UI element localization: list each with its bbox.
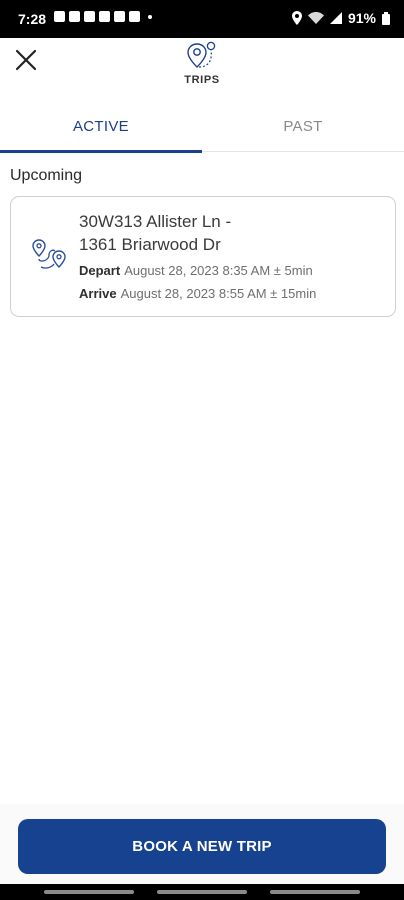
depart-row: Depart August 28, 2023 8:35 AM ± 5min: [79, 263, 313, 278]
system-icons: 91%: [291, 10, 390, 26]
route-icon: [32, 239, 66, 269]
location-icon: [291, 11, 302, 25]
wifi-icon: [307, 12, 324, 24]
tmobile-icon: [129, 11, 140, 22]
trip-tabs: ACTIVE PAST: [0, 100, 404, 153]
close-icon: [15, 49, 37, 71]
battery-percent: 91%: [347, 10, 376, 26]
nav-home-handle[interactable]: [157, 890, 247, 894]
calendar-icon: [99, 11, 110, 22]
app-header: TRIPS: [0, 38, 404, 100]
notification-icons: [54, 11, 152, 22]
nav-back-handle[interactable]: [270, 890, 360, 894]
close-button[interactable]: [12, 46, 40, 74]
gmail-icon: [69, 11, 80, 22]
gmail-icon-2: [84, 11, 95, 22]
more-notifications-icon: [148, 14, 152, 19]
depart-value: August 28, 2023 8:35 AM ± 5min: [124, 263, 313, 278]
tab-past[interactable]: PAST: [202, 100, 404, 152]
photo-icon: [114, 11, 125, 22]
system-nav-bar: [0, 884, 404, 900]
trips-pin-icon: [187, 41, 216, 68]
signal-icon: [329, 12, 342, 24]
nav-recents-handle[interactable]: [44, 890, 134, 894]
trip-destination: 1361 Briarwood Dr: [79, 235, 221, 254]
status-time: 7:28: [18, 11, 47, 27]
battery-icon: [382, 11, 390, 25]
header-title-group: TRIPS: [152, 40, 252, 86]
section-title-upcoming: Upcoming: [10, 167, 83, 184]
arrive-row: Arrive August 28, 2023 8:55 AM ± 15min: [79, 286, 316, 301]
status-bar: 7:28 91%: [0, 0, 404, 38]
page-title: TRIPS: [184, 74, 220, 86]
tab-active[interactable]: ACTIVE: [0, 100, 202, 153]
chat-icon: [54, 11, 65, 22]
depart-label: Depart: [79, 263, 121, 278]
trip-origin: 30W313 Allister Ln -: [79, 212, 232, 231]
arrive-label: Arrive: [79, 286, 117, 301]
book-new-trip-button[interactable]: BOOK A NEW TRIP: [18, 819, 386, 874]
trip-route: 30W313 Allister Ln - 1361 Briarwood Dr: [79, 210, 379, 256]
arrive-value: August 28, 2023 8:55 AM ± 15min: [120, 286, 317, 301]
trip-card[interactable]: 30W313 Allister Ln - 1361 Briarwood Dr D…: [10, 196, 396, 317]
